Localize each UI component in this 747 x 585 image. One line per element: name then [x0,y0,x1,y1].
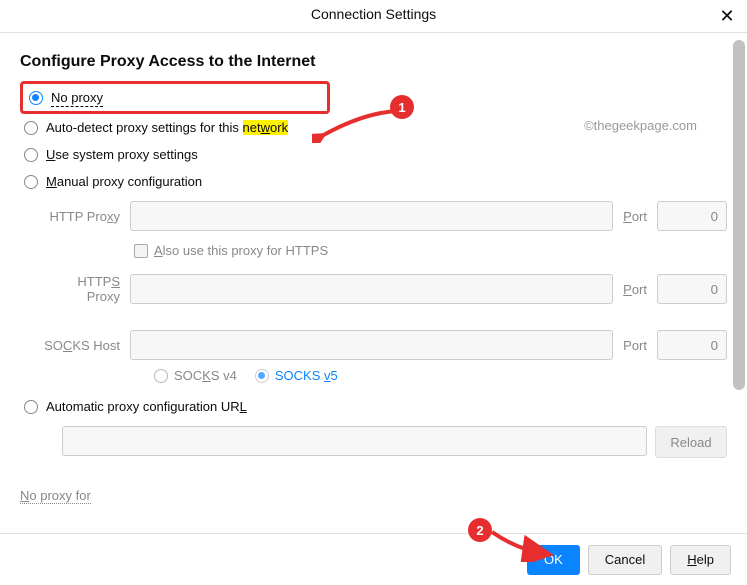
radio-icon [29,91,43,105]
radio-icon [24,148,38,162]
http-port-input[interactable] [657,201,727,231]
cancel-button[interactable]: Cancel [588,545,662,575]
port-label: Port [619,282,651,297]
radio-icon [255,369,269,383]
checkbox-icon [134,244,148,258]
annotation-arrow-2 [488,524,558,562]
radio-label-auto-detect: Auto-detect proxy settings for this netw… [46,120,288,135]
manual-proxy-group: HTTP Proxy Port Also use this proxy for … [44,201,727,383]
radio-row-manual[interactable]: Manual proxy configuration [20,168,727,195]
annotation-arrow-1 [312,103,402,143]
port-label: Port [619,209,651,224]
watermark: ©thegeekpage.com [584,118,697,133]
no-proxy-for-label: No proxy for [20,488,91,504]
radio-label-auto-url: Automatic proxy configuration URL [46,399,247,414]
socks-port-input[interactable] [657,330,727,360]
reload-button[interactable]: Reload [655,426,727,458]
port-label: Port [619,338,651,353]
socks-host-input[interactable] [130,330,613,360]
dialog-header: Connection Settings ✕ [0,0,747,33]
radio-label-manual: Manual proxy configuration [46,174,202,189]
radio-icon [24,175,38,189]
radio-icon [154,369,168,383]
socks5-label: SOCKS v5 [275,368,338,383]
radio-row-use-system[interactable]: Use system proxy settings [20,141,727,168]
annotation-badge-2: 2 [468,518,492,542]
https-port-input[interactable] [657,274,727,304]
no-proxy-for-section: No proxy for [20,474,727,504]
also-https-row[interactable]: Also use this proxy for HTTPS [134,243,727,258]
help-button[interactable]: Help [670,545,731,575]
radio-socks5[interactable]: SOCKS v5 [255,368,338,383]
scroll-area: Configure Proxy Access to the Internet N… [0,33,747,523]
https-proxy-input[interactable] [130,274,613,304]
dialog-footer: OK Cancel Help [0,533,747,585]
pac-url-input[interactable] [62,426,647,456]
close-button[interactable]: ✕ [715,4,739,28]
https-proxy-row: HTTPS Proxy Port [44,274,727,304]
section-title: Configure Proxy Access to the Internet [20,53,727,71]
radio-label-use-system: Use system proxy settings [46,147,198,162]
socks-host-label: SOCKS Host [44,338,124,353]
http-proxy-label: HTTP Proxy [44,209,124,224]
radio-row-no-proxy[interactable]: No proxy [20,81,330,114]
http-proxy-row: HTTP Proxy Port [44,201,727,231]
also-https-label: Also use this proxy for HTTPS [154,243,328,258]
http-proxy-input[interactable] [130,201,613,231]
socks-version-row: SOCKS v4 SOCKS v5 [154,368,727,383]
radio-label-no-proxy: No proxy [51,90,103,105]
socks4-label: SOCKS v4 [174,368,237,383]
radio-socks4[interactable]: SOCKS v4 [154,368,237,383]
radio-icon [24,400,38,414]
radio-icon [24,121,38,135]
annotation-badge-1: 1 [390,95,414,119]
socks-host-row: SOCKS Host Port [44,330,727,360]
close-icon: ✕ [719,7,734,25]
dialog-title: Connection Settings [311,6,436,22]
radio-row-auto-url[interactable]: Automatic proxy configuration URL [20,393,727,420]
pac-row: Reload [62,426,727,458]
https-proxy-label: HTTPS Proxy [44,274,124,304]
